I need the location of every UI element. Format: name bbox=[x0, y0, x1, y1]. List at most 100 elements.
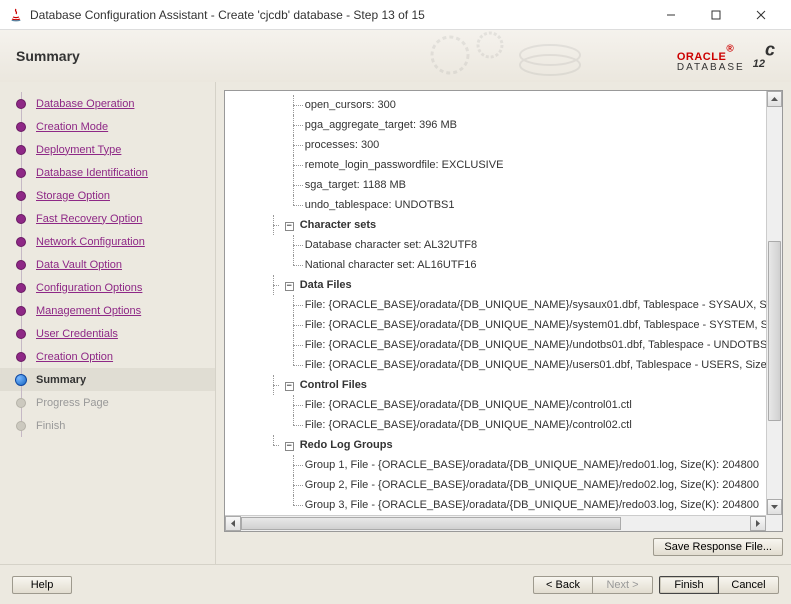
tree-leaf-label: processes: 300 bbox=[305, 139, 380, 151]
tree-branch-label: Character sets bbox=[300, 219, 376, 231]
window-title: Database Configuration Assistant - Creat… bbox=[30, 8, 648, 22]
tree-leaf[interactable]: File: {ORACLE_BASE}/oradata/{DB_UNIQUE_N… bbox=[229, 355, 782, 375]
wizard-step-management-options[interactable]: Management Options bbox=[0, 299, 215, 322]
tree-leaf[interactable]: File: {ORACLE_BASE}/oradata/{DB_UNIQUE_N… bbox=[229, 295, 782, 315]
tree-leaf[interactable]: pga_aggregate_target: 396 MB bbox=[229, 115, 782, 135]
step-label[interactable]: Database Identification bbox=[36, 167, 148, 179]
tree-leaf[interactable]: Group 3, File - {ORACLE_BASE}/oradata/{D… bbox=[229, 495, 782, 515]
tree-leaf-label: Database character set: AL32UTF8 bbox=[305, 239, 477, 251]
tree-expander-icon[interactable]: − bbox=[285, 442, 294, 451]
tree-leaf-label: File: {ORACLE_BASE}/oradata/{DB_UNIQUE_N… bbox=[305, 299, 781, 311]
step-label[interactable]: Configuration Options bbox=[36, 282, 142, 294]
tree-leaf-label: File: {ORACLE_BASE}/oradata/{DB_UNIQUE_N… bbox=[305, 339, 774, 351]
wizard-step-creation-mode[interactable]: Creation Mode bbox=[0, 115, 215, 138]
step-bullet-icon bbox=[16, 122, 26, 132]
wizard-step-network-configuration[interactable]: Network Configuration bbox=[0, 230, 215, 253]
step-label[interactable]: Database Operation bbox=[36, 98, 134, 110]
tree-leaf[interactable]: open_cursors: 300 bbox=[229, 95, 782, 115]
step-bullet-icon bbox=[16, 99, 26, 109]
scroll-up-button[interactable] bbox=[767, 91, 782, 107]
vertical-scrollbar[interactable] bbox=[766, 91, 782, 515]
step-label[interactable]: Creation Mode bbox=[36, 121, 108, 133]
tree-leaf[interactable]: Group 2, File - {ORACLE_BASE}/oradata/{D… bbox=[229, 475, 782, 495]
wizard-step-deployment-type[interactable]: Deployment Type bbox=[0, 138, 215, 161]
step-bullet-icon bbox=[16, 168, 26, 178]
finish-button[interactable]: Finish bbox=[659, 576, 719, 594]
tree-leaf[interactable]: File: {ORACLE_BASE}/oradata/{DB_UNIQUE_N… bbox=[229, 415, 782, 435]
wizard-step-user-credentials[interactable]: User Credentials bbox=[0, 322, 215, 345]
step-label[interactable]: Fast Recovery Option bbox=[36, 213, 142, 225]
step-label[interactable]: Storage Option bbox=[36, 190, 110, 202]
summary-tree[interactable]: open_cursors: 300 pga_aggregate_target: 3… bbox=[225, 91, 782, 519]
step-label[interactable]: User Credentials bbox=[36, 328, 118, 340]
step-label[interactable]: Network Configuration bbox=[36, 236, 145, 248]
tree-branch[interactable]: −Control Files bbox=[229, 375, 782, 395]
tree-leaf-label: Group 3, File - {ORACLE_BASE}/oradata/{D… bbox=[305, 499, 759, 511]
step-bullet-icon bbox=[16, 352, 26, 362]
step-label: Summary bbox=[36, 374, 86, 386]
step-bullet-icon bbox=[16, 329, 26, 339]
close-button[interactable] bbox=[738, 0, 783, 29]
tree-leaf[interactable]: sga_target: 1188 MB bbox=[229, 175, 782, 195]
step-bullet-icon bbox=[16, 306, 26, 316]
save-response-file-button[interactable]: Save Response File... bbox=[653, 538, 783, 556]
wizard-step-progress-page: Progress Page bbox=[0, 391, 215, 414]
step-label[interactable]: Creation Option bbox=[36, 351, 113, 363]
wizard-steps-sidebar: Database Operation Creation Mode Deploymen… bbox=[0, 82, 216, 564]
wizard-step-fast-recovery-option[interactable]: Fast Recovery Option bbox=[0, 207, 215, 230]
scroll-left-button[interactable] bbox=[225, 516, 241, 531]
step-label[interactable]: Management Options bbox=[36, 305, 141, 317]
tree-branch[interactable]: −Data Files bbox=[229, 275, 782, 295]
tree-leaf[interactable]: File: {ORACLE_BASE}/oradata/{DB_UNIQUE_N… bbox=[229, 315, 782, 335]
tree-leaf[interactable]: File: {ORACLE_BASE}/oradata/{DB_UNIQUE_N… bbox=[229, 335, 782, 355]
tree-branch[interactable]: −Character sets bbox=[229, 215, 782, 235]
step-label[interactable]: Data Vault Option bbox=[36, 259, 122, 271]
tree-leaf[interactable]: undo_tablespace: UNDOTBS1 bbox=[229, 195, 782, 215]
tree-leaf[interactable]: Group 1, File - {ORACLE_BASE}/oradata/{D… bbox=[229, 455, 782, 475]
tree-leaf[interactable]: processes: 300 bbox=[229, 135, 782, 155]
step-bullet-icon bbox=[16, 237, 26, 247]
horizontal-scrollbar[interactable] bbox=[225, 515, 766, 531]
tree-expander-icon[interactable]: − bbox=[285, 382, 294, 391]
maximize-button[interactable] bbox=[693, 0, 738, 29]
tree-expander-icon[interactable]: − bbox=[285, 222, 294, 231]
cancel-button[interactable]: Cancel bbox=[719, 576, 779, 594]
window-titlebar: Database Configuration Assistant - Creat… bbox=[0, 0, 791, 30]
horizontal-scroll-thumb[interactable] bbox=[241, 517, 621, 530]
tree-leaf-label: File: {ORACLE_BASE}/oradata/{DB_UNIQUE_N… bbox=[305, 319, 782, 331]
wizard-step-database-operation[interactable]: Database Operation bbox=[0, 92, 215, 115]
step-label[interactable]: Deployment Type bbox=[36, 144, 121, 156]
tree-leaf-label: undo_tablespace: UNDOTBS1 bbox=[305, 199, 455, 211]
tree-expander-icon[interactable]: − bbox=[285, 282, 294, 291]
wizard-step-data-vault-option[interactable]: Data Vault Option bbox=[0, 253, 215, 276]
tree-leaf-label: Group 2, File - {ORACLE_BASE}/oradata/{D… bbox=[305, 479, 759, 491]
scroll-right-button[interactable] bbox=[750, 516, 766, 531]
tree-leaf-label: Group 1, File - {ORACLE_BASE}/oradata/{D… bbox=[305, 459, 759, 471]
tree-leaf-label: File: {ORACLE_BASE}/oradata/{DB_UNIQUE_N… bbox=[305, 359, 780, 371]
oracle-logo: ORACLE® DATABASE 12c bbox=[677, 38, 775, 75]
wizard-step-creation-option[interactable]: Creation Option bbox=[0, 345, 215, 368]
step-bullet-icon bbox=[16, 398, 26, 408]
brand-subtitle: DATABASE bbox=[677, 62, 745, 73]
tree-leaf[interactable]: File: {ORACLE_BASE}/oradata/{DB_UNIQUE_N… bbox=[229, 395, 782, 415]
scroll-corner bbox=[766, 515, 782, 531]
wizard-step-finish: Finish bbox=[0, 414, 215, 437]
wizard-footer: Help < Back Next > Finish Cancel bbox=[0, 564, 791, 604]
tree-leaf[interactable]: Database character set: AL32UTF8 bbox=[229, 235, 782, 255]
vertical-scroll-thumb[interactable] bbox=[768, 241, 781, 421]
tree-branch[interactable]: −Redo Log Groups bbox=[229, 435, 782, 455]
tree-leaf-label: pga_aggregate_target: 396 MB bbox=[305, 119, 457, 131]
tree-branch-label: Data Files bbox=[300, 279, 352, 291]
wizard-step-storage-option[interactable]: Storage Option bbox=[0, 184, 215, 207]
back-button[interactable]: < Back bbox=[533, 576, 593, 594]
wizard-step-summary: Summary bbox=[0, 368, 215, 391]
tree-leaf-label: remote_login_passwordfile: EXCLUSIVE bbox=[305, 159, 504, 171]
scroll-down-button[interactable] bbox=[767, 499, 782, 515]
tree-leaf[interactable]: National character set: AL16UTF16 bbox=[229, 255, 782, 275]
wizard-step-database-identification[interactable]: Database Identification bbox=[0, 161, 215, 184]
help-button[interactable]: Help bbox=[12, 576, 72, 594]
tree-leaf[interactable]: remote_login_passwordfile: EXCLUSIVE bbox=[229, 155, 782, 175]
wizard-header: Summary ORACLE® DATABASE 12c bbox=[0, 30, 791, 82]
wizard-step-configuration-options[interactable]: Configuration Options bbox=[0, 276, 215, 299]
minimize-button[interactable] bbox=[648, 0, 693, 29]
